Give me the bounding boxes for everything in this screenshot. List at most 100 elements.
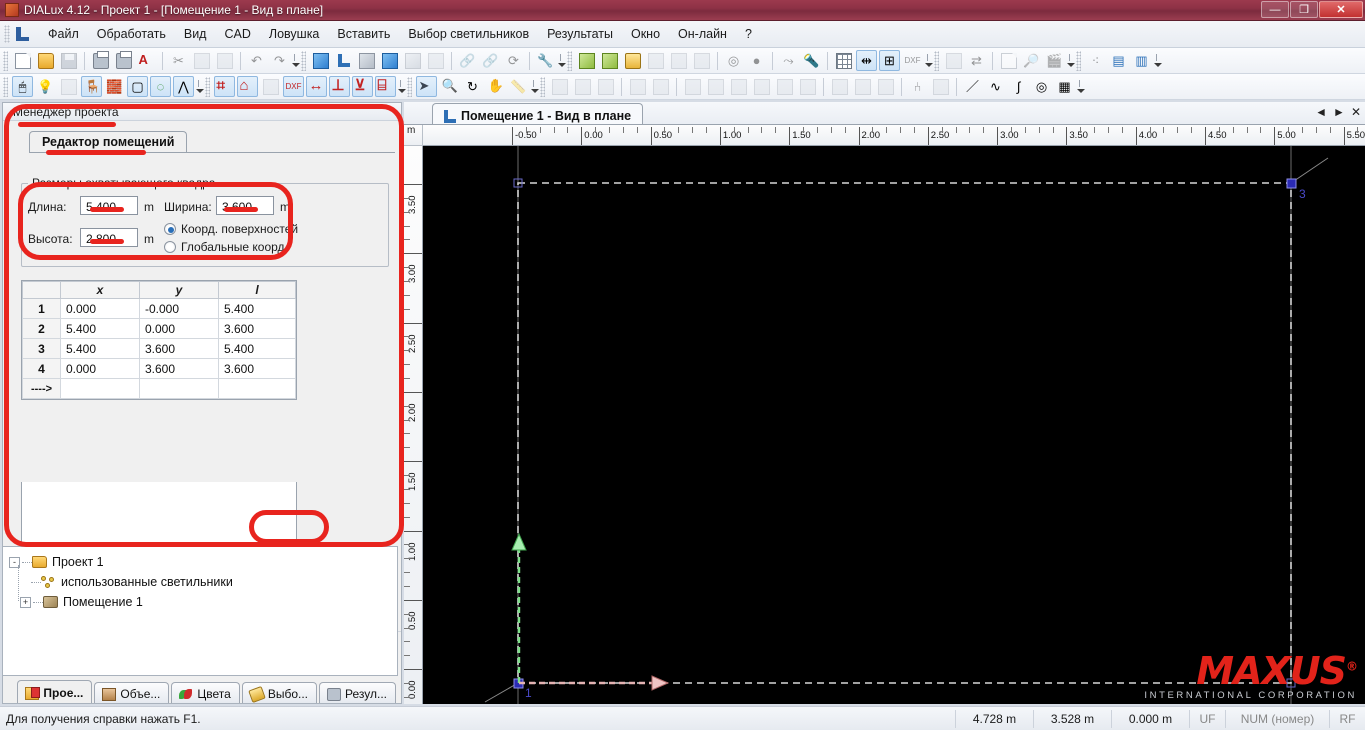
toolbar2-grip-1[interactable] (3, 76, 8, 97)
menu-item-process[interactable]: Обработать (88, 23, 175, 45)
cell-y[interactable] (139, 378, 219, 399)
toolbar2-overflow-2[interactable] (397, 77, 406, 97)
snap-grid-icon[interactable]: ⌗ (214, 76, 235, 97)
cell-l[interactable]: 5.400 (218, 298, 296, 319)
menu-item-online[interactable]: Он-лайн (669, 23, 736, 45)
view-3d-icon[interactable] (310, 50, 331, 71)
unlink-icon[interactable]: 🔗 (480, 50, 501, 71)
room-shape-icon[interactable] (549, 76, 570, 97)
select-texture-icon[interactable]: 🧱 (104, 76, 125, 97)
cell-x[interactable]: 0.000 (60, 298, 140, 319)
surface-icon[interactable] (691, 50, 712, 71)
toolbar-grip-1[interactable] (3, 50, 8, 71)
print-preview-icon[interactable] (113, 50, 134, 71)
table-new-row[interactable]: ----> (22, 378, 296, 399)
measure-tool-icon[interactable]: 📏 (508, 76, 529, 97)
target-icon[interactable]: ◎ (723, 50, 744, 71)
plan-canvas[interactable]: 1 3 MAXUS® INTERNATIONAL CORPORATION (423, 146, 1365, 704)
view-wireframe-icon[interactable] (356, 50, 377, 71)
export-pdf-icon[interactable]: A (136, 50, 157, 71)
cell-y[interactable]: -0.000 (139, 298, 219, 319)
cell-x[interactable]: 5.400 (60, 338, 140, 359)
toolbar-overflow-3[interactable] (924, 51, 933, 71)
spline-draw-icon[interactable]: ∫ (1008, 76, 1029, 97)
table-row[interactable]: 2 5.400 0.000 3.600 (22, 318, 296, 339)
tab-room-editor[interactable]: Редактор помещений (29, 131, 188, 153)
floor-icon[interactable] (650, 76, 671, 97)
room-combine-icon[interactable] (572, 76, 593, 97)
close-button[interactable]: ✕ (1319, 1, 1363, 18)
menu-item-cad[interactable]: CAD (215, 23, 259, 45)
circle-draw-icon[interactable]: ◎ (1031, 76, 1052, 97)
prev-tab-button[interactable]: ◄ (1315, 105, 1327, 119)
toolbar-overflow-5[interactable] (1153, 51, 1162, 71)
window-element-icon[interactable] (829, 76, 850, 97)
toolbar2-grip-2[interactable] (205, 76, 210, 97)
tile-vertical-icon[interactable]: ▥ (1131, 50, 1152, 71)
save-document-icon[interactable] (58, 50, 79, 71)
color-gradient-icon[interactable] (622, 50, 643, 71)
flashlight-icon[interactable]: 🔦 (801, 50, 822, 71)
lasso-select-icon[interactable]: ◌ (150, 76, 171, 97)
zoom-tool-icon[interactable]: 🔍 (439, 76, 460, 97)
niche-element-icon[interactable] (852, 76, 873, 97)
paste-icon[interactable] (214, 50, 235, 71)
menu-item-snap[interactable]: Ловушка (260, 23, 329, 45)
undo-icon[interactable]: ↶ (246, 50, 267, 71)
next-tab-button[interactable]: ► (1333, 105, 1345, 119)
menu-item-file[interactable]: Файл (39, 23, 88, 45)
calculator-icon[interactable] (943, 50, 964, 71)
toolbar2-overflow-4[interactable] (1076, 77, 1085, 97)
horizontal-ruler[interactable]: -0.50 0.00 0.50 1.00 1.50 2.00 2.50 3.00 3.50 4.0… (423, 125, 1365, 146)
green-box-icon[interactable] (576, 50, 597, 71)
sphere-icon[interactable]: ● (746, 50, 767, 71)
green-box-select-icon[interactable] (599, 50, 620, 71)
pointer-tool-icon[interactable]: ➤ (416, 76, 437, 97)
toolbar-grip-5[interactable] (1076, 50, 1081, 71)
snap-midpoint-icon[interactable]: ⊥ (329, 76, 350, 97)
tree-item-room[interactable]: + Помещение 1 (9, 592, 397, 612)
measure-area-icon[interactable]: ⊞ (879, 50, 900, 71)
surface-d-icon[interactable] (751, 76, 772, 97)
menu-item-window[interactable]: Окно (622, 23, 669, 45)
menu-item-results[interactable]: Результаты (538, 23, 622, 45)
film-icon[interactable]: 🎬 (1044, 50, 1065, 71)
refresh-icon[interactable]: ⟳ (503, 50, 524, 71)
light-path-icon[interactable]: ⤳ (778, 50, 799, 71)
menu-item-view[interactable]: Вид (175, 23, 216, 45)
select-object-icon[interactable]: 🖱 (12, 76, 33, 97)
polyline-select-icon[interactable]: ⋀ (173, 76, 194, 97)
tab-project[interactable]: Прое... (17, 680, 93, 703)
cell-x[interactable]: 5.400 (60, 318, 140, 339)
cell-l[interactable]: 3.600 (218, 318, 296, 339)
toolbar2-grip-3[interactable] (407, 76, 412, 97)
scatter-icon[interactable]: ⁖ (1085, 50, 1106, 71)
link-icon[interactable]: 🔗 (457, 50, 478, 71)
radio-global-coords[interactable]: Глобальные коорд. (164, 240, 288, 254)
toolbar2-grip-4[interactable] (540, 76, 545, 97)
tab-objects[interactable]: Объе... (94, 682, 170, 703)
column-element-icon[interactable] (875, 76, 896, 97)
tab-results[interactable]: Резул... (319, 682, 396, 703)
search-results-icon[interactable]: 🔎 (1021, 50, 1042, 71)
table-row[interactable]: 4 0.000 3.600 3.600 (22, 358, 296, 379)
pan-tool-icon[interactable]: ✋ (485, 76, 506, 97)
rect-select-icon[interactable]: ▢ (127, 76, 148, 97)
print-icon[interactable] (90, 50, 111, 71)
snap-perpendicular-icon[interactable]: ⊻ (352, 76, 373, 97)
object-props-icon[interactable] (930, 76, 951, 97)
copy-icon[interactable] (191, 50, 212, 71)
menu-item-luminaire-selection[interactable]: Выбор светильников (399, 23, 538, 45)
material-add-icon[interactable] (668, 50, 689, 71)
settings-wrench-icon[interactable]: 🔧 (535, 50, 556, 71)
toolbar2-overflow-1[interactable] (195, 77, 204, 97)
table-row[interactable]: 3 5.400 3.600 5.400 (22, 338, 296, 359)
rotate-view-icon[interactable]: ↻ (462, 76, 483, 97)
toolbar-grip-4[interactable] (934, 50, 939, 71)
menu-grip[interactable] (4, 25, 10, 43)
tree-item-project[interactable]: - Проект 1 (9, 552, 397, 572)
polyline-draw-icon[interactable]: ∿ (985, 76, 1006, 97)
surface-c-icon[interactable] (728, 76, 749, 97)
material-edit-icon[interactable] (645, 50, 666, 71)
cut-icon[interactable]: ✂ (168, 50, 189, 71)
